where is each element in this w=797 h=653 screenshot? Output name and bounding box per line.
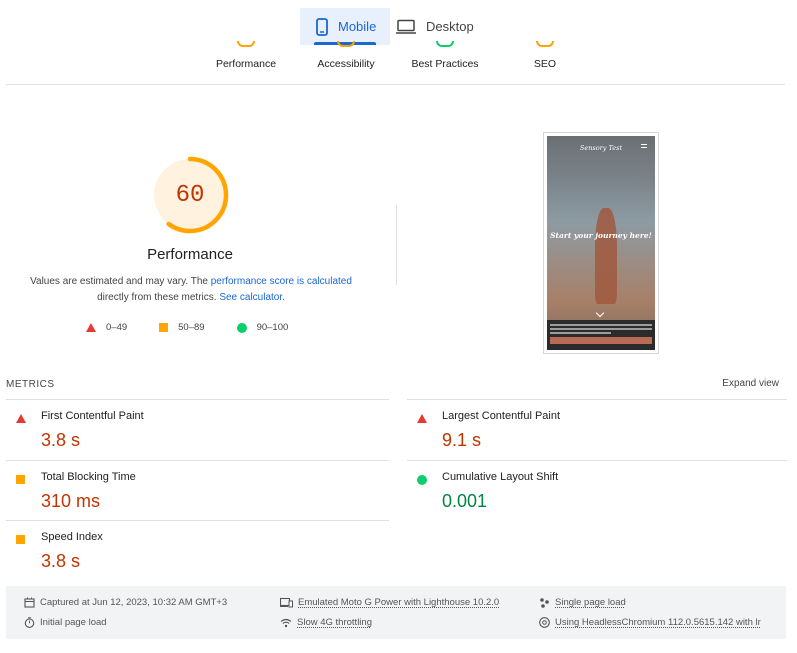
chevron-down-icon — [595, 308, 605, 318]
vertical-divider — [396, 205, 397, 285]
browser-text: Using HeadlessChromium 112.0.5615.142 wi… — [555, 617, 761, 628]
score-legend: 0–49 50–89 90–100 — [86, 322, 320, 333]
captured-text: Captured at Jun 12, 2023, 10:32 AM GMT+3 — [40, 597, 228, 608]
metric-value: 3.8 s — [41, 551, 81, 571]
legend-average: 50–89 — [159, 322, 205, 333]
metric-label: Speed Index — [41, 531, 103, 543]
network-throttling[interactable]: Slow 4G throttling — [280, 617, 372, 628]
best-practices-gauge-stub[interactable] — [436, 41, 454, 47]
fail-triangle-icon — [417, 414, 427, 423]
single-load-text: Single page load — [555, 597, 626, 608]
divider — [6, 84, 785, 85]
metric-value: 0.001 — [442, 491, 488, 511]
chrome-icon — [539, 617, 550, 628]
triangle-icon — [86, 323, 96, 332]
divider — [407, 460, 787, 461]
divider — [6, 399, 389, 400]
device-text: Emulated Moto G Power with Lighthouse 10… — [298, 597, 500, 608]
monitor-icon — [396, 19, 416, 34]
person-figure — [595, 208, 617, 304]
calendar-icon — [24, 597, 35, 608]
metric-value: 3.8 s — [41, 430, 81, 450]
metric-label: Largest Contentful Paint — [442, 410, 561, 422]
performance-score: 60 — [175, 181, 205, 209]
accessibility-gauge-stub[interactable] — [337, 41, 355, 47]
captured-at: Captured at Jun 12, 2023, 10:32 AM GMT+3 — [24, 597, 227, 608]
score-note: Values are estimated and may vary. The p… — [20, 274, 362, 306]
device-tabs: Mobile Desktop — [300, 8, 487, 45]
category-best-practices[interactable]: Best Practices — [411, 58, 478, 70]
seo-gauge-stub[interactable] — [536, 41, 554, 47]
runtime-settings: Captured at Jun 12, 2023, 10:32 AM GMT+3… — [6, 586, 786, 639]
legend-fail: 0–49 — [86, 322, 127, 333]
metric-label: First Contentful Paint — [41, 410, 144, 422]
fail-triangle-icon — [16, 414, 26, 423]
initial-load-text: Initial page load — [40, 617, 107, 628]
square-icon — [159, 323, 169, 332]
initial-load: Initial page load — [24, 617, 107, 628]
divider — [6, 520, 389, 521]
browser-info[interactable]: Using HeadlessChromium 112.0.5615.142 wi… — [539, 617, 761, 628]
screenshot-image: Sensory Test Start your journey here! — [547, 136, 655, 350]
metric-label: Total Blocking Time — [41, 471, 136, 483]
expand-view-button[interactable]: Expand view — [722, 378, 779, 389]
final-screenshot[interactable]: Sensory Test Start your journey here! — [543, 132, 659, 354]
nodes-icon — [540, 598, 549, 608]
banner-line — [550, 332, 612, 334]
divider — [407, 399, 787, 400]
metrics-heading: METRICS — [6, 379, 55, 390]
legend-pass-label: 90–100 — [256, 322, 289, 333]
banner-line — [550, 324, 652, 326]
screenshot-headline: Start your journey here! — [550, 231, 652, 240]
tab-mobile[interactable]: Mobile — [300, 8, 390, 45]
throttling-text: Slow 4G throttling — [297, 617, 372, 628]
average-square-icon — [16, 475, 25, 484]
timer-icon — [24, 617, 35, 628]
hamburger-icon — [641, 144, 647, 148]
circle-icon — [236, 322, 247, 333]
divider — [6, 460, 389, 461]
screenshot-brand: Sensory Test — [579, 144, 623, 152]
metric-value: 9.1 s — [442, 430, 482, 450]
pass-circle-icon — [417, 475, 427, 485]
banner-button — [550, 337, 652, 344]
category-seo[interactable]: SEO — [534, 58, 556, 70]
see-calculator-link[interactable]: See calculator. — [219, 292, 285, 303]
note-text: Values are estimated and may vary. The — [30, 276, 211, 287]
category-performance[interactable]: Performance — [216, 58, 276, 70]
device-emulation[interactable]: Emulated Moto G Power with Lighthouse 10… — [280, 597, 499, 608]
metric-label: Cumulative Layout Shift — [442, 471, 559, 483]
tab-mobile-label: Mobile — [338, 19, 377, 34]
tab-desktop-label: Desktop — [426, 19, 474, 34]
cookie-banner — [547, 320, 655, 350]
tab-desktop[interactable]: Desktop — [390, 8, 487, 45]
note-text-2: directly from these metrics. — [97, 292, 220, 303]
legend-pass: 90–100 — [236, 322, 289, 333]
category-accessibility[interactable]: Accessibility — [317, 58, 374, 70]
performance-title: Performance — [147, 246, 233, 263]
wifi-icon — [280, 618, 292, 627]
score-calculated-link[interactable]: performance score is calculated — [211, 276, 352, 287]
single-page-load[interactable]: Single page load — [539, 597, 626, 608]
legend-average-label: 50–89 — [178, 322, 205, 333]
average-square-icon — [16, 535, 25, 544]
phone-icon — [316, 17, 328, 36]
banner-line — [550, 328, 652, 330]
performance-gauge-stub[interactable] — [237, 41, 255, 47]
legend-fail-label: 0–49 — [106, 322, 128, 333]
devices-icon — [280, 597, 293, 608]
metric-value: 310 ms — [41, 491, 101, 511]
